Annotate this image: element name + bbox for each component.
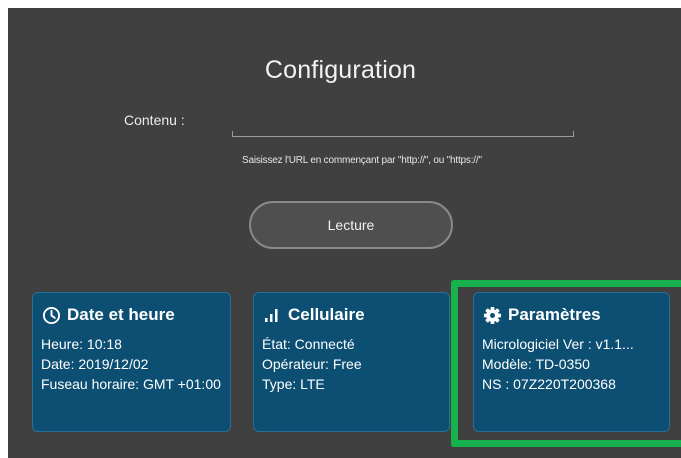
cellular-card-title: Cellulaire (288, 305, 365, 324)
page-title: Configuration (264, 56, 417, 84)
input-underline-right-tick (573, 131, 574, 137)
settings-highlight-frame (451, 280, 681, 447)
connection-status: État: Connecté (262, 336, 355, 352)
clock-icon (41, 305, 61, 325)
datetime-card-header: Date et heure (41, 305, 222, 325)
datetime-card[interactable]: Date et heure Heure: 10:18 Date: 2019/12… (32, 292, 231, 432)
datetime-card-title: Date et heure (67, 305, 175, 324)
url-input[interactable] (232, 114, 573, 137)
date-value: Date: 2019/12/02 (41, 356, 149, 372)
time-value: Heure: 10:18 (41, 336, 122, 352)
content-label: Contenu : (124, 112, 185, 128)
cellular-card[interactable]: Cellulaire État: Connecté Opérateur: Fre… (253, 292, 450, 432)
cellular-card-header: Cellulaire (262, 305, 441, 325)
url-hint: Saisissez l'URL en commençant par "http:… (242, 155, 482, 166)
input-underline-left-tick (232, 131, 233, 137)
network-type-value: Type: LTE (262, 376, 325, 392)
timezone-value: Fuseau horaire: GMT +01:00 (41, 376, 221, 392)
operator-value: Opérateur: Free (262, 356, 362, 372)
signal-bars-icon (262, 305, 282, 325)
read-button[interactable]: Lecture (249, 201, 453, 249)
